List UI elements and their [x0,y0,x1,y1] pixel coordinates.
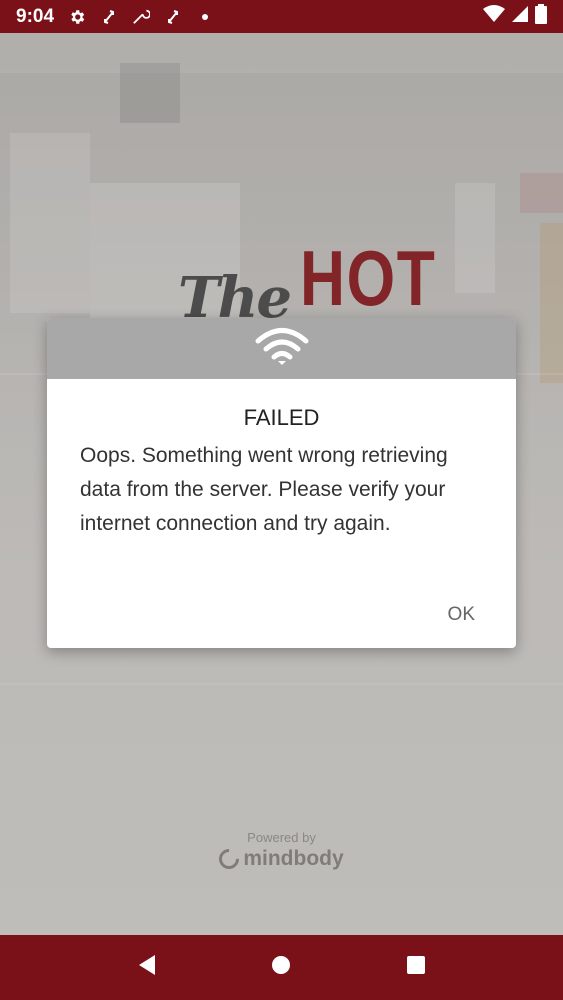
sync-icon [164,8,182,26]
back-button[interactable] [127,948,167,988]
back-icon [137,954,157,981]
recents-button[interactable] [396,948,436,988]
mindbody-brand-text: mindbody [243,847,344,870]
error-dialog: FAILED Oops. Something went wrong retrie… [47,318,516,648]
dialog-message: Oops. Something went wrong retrieving da… [80,444,448,535]
powered-by-label: Powered by [247,830,316,845]
settings-icon [68,8,86,26]
dot-icon [196,8,214,26]
signal-icon [511,5,529,28]
wifi-icon [254,326,310,371]
battery-icon [535,4,547,29]
wrench-icon [132,8,151,26]
powered-by: Powered by mindbody [0,830,563,874]
home-icon [271,955,291,980]
dialog-title: FAILED [243,405,320,430]
ok-button[interactable]: OK [448,604,475,626]
mindbody-logo-icon [215,844,244,874]
recents-icon [406,955,426,980]
mindbody-logo: mindbody [215,844,344,874]
wifi-icon [483,5,505,28]
status-time: 9:04 [16,5,55,27]
navigation-bar [0,935,563,1000]
status-bar: 9:04 [0,0,563,33]
dialog-header [47,318,516,379]
home-button[interactable] [261,948,301,988]
sync-icon [100,8,118,26]
